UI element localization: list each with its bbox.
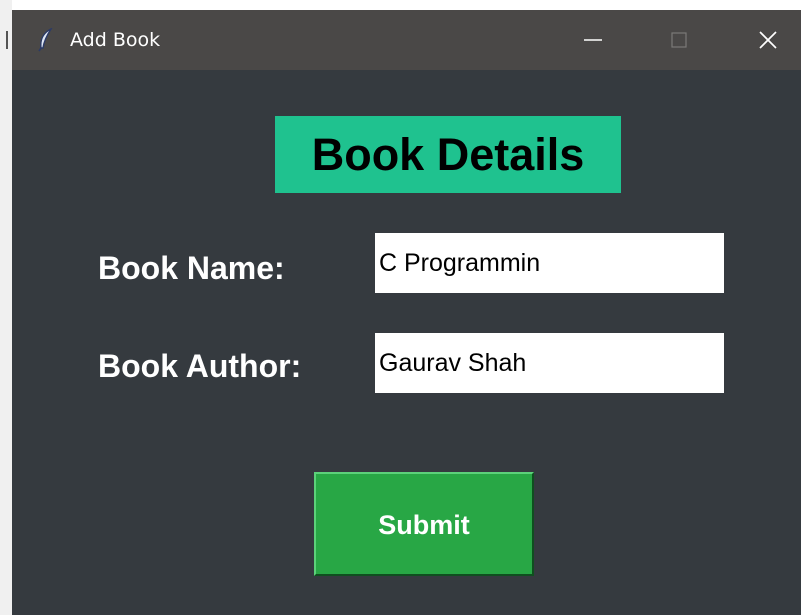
title-bar[interactable]: Add Book — [12, 10, 801, 70]
close-icon — [759, 31, 777, 49]
background-window-edge-mark — [6, 31, 8, 49]
book-name-label: Book Name: — [98, 250, 285, 286]
close-button[interactable] — [739, 10, 797, 70]
window-title: Add Book — [70, 29, 161, 51]
book-details-heading: Book Details — [275, 116, 621, 193]
book-author-input[interactable] — [375, 333, 724, 393]
minimize-icon — [584, 39, 602, 41]
book-author-label: Book Author: — [98, 348, 302, 384]
maximize-button[interactable] — [650, 10, 708, 70]
feather-icon — [36, 27, 56, 52]
background-window-edge — [0, 0, 12, 615]
add-book-window: Add Book Book Details Book Name: Book Au… — [12, 10, 801, 615]
book-name-input[interactable] — [375, 233, 724, 293]
submit-button[interactable]: Submit — [314, 472, 534, 576]
maximize-icon — [671, 32, 687, 48]
minimize-button[interactable] — [564, 10, 622, 70]
